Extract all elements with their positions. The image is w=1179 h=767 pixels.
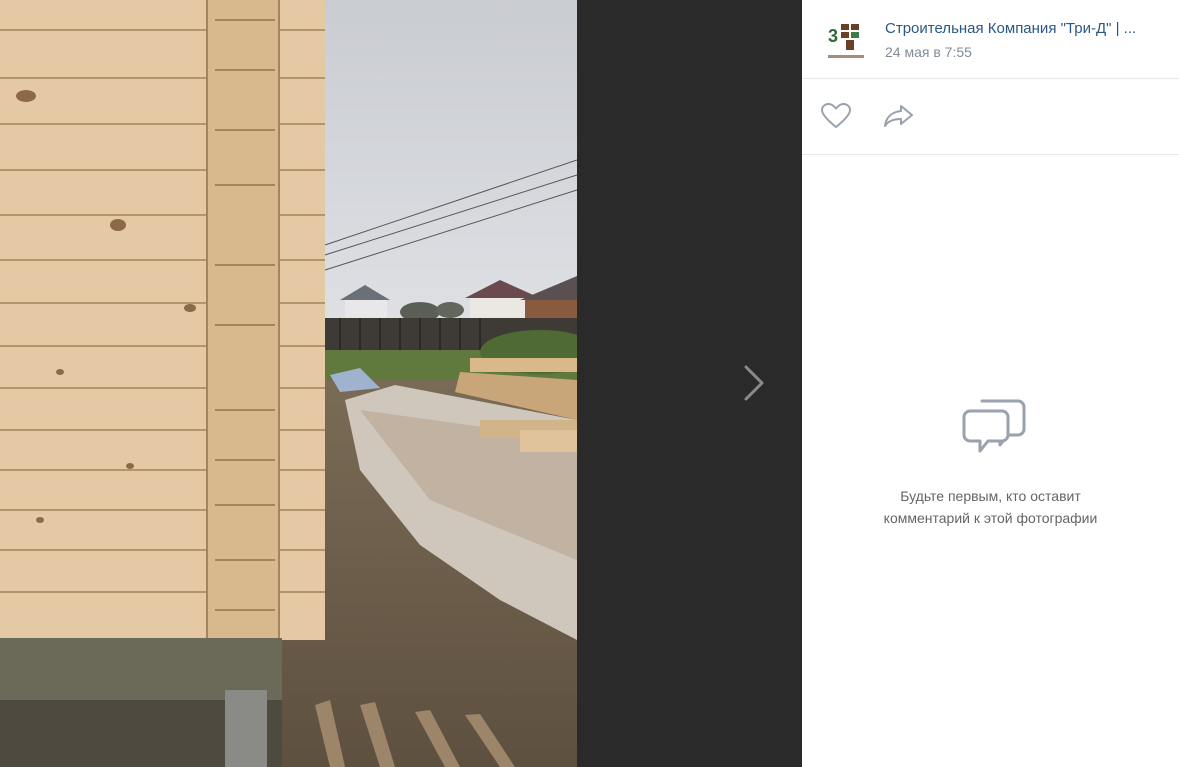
next-photo-button[interactable] bbox=[728, 350, 780, 416]
like-button[interactable] bbox=[819, 101, 853, 131]
speech-bubbles-icon bbox=[962, 399, 1026, 453]
empty-comments-text: Будьте первым, кто оставит комментарий к… bbox=[802, 485, 1179, 529]
comments-area: Будьте первым, кто оставит комментарий к… bbox=[802, 155, 1179, 767]
photo[interactable] bbox=[0, 0, 577, 767]
avatar[interactable]: 3 bbox=[820, 14, 872, 66]
side-panel: 3 Строительная Компания "Три-Д" | ... 24… bbox=[802, 0, 1179, 767]
post-date[interactable]: 24 мая в 7:55 bbox=[885, 44, 972, 60]
empty-comments-line2: комментарий к этой фотографии bbox=[883, 510, 1098, 526]
empty-comments-line1: Будьте первым, кто оставит bbox=[900, 488, 1081, 504]
svg-text:3: 3 bbox=[828, 26, 838, 46]
share-button[interactable] bbox=[882, 101, 916, 131]
post-header: 3 Строительная Компания "Три-Д" | ... 24… bbox=[802, 0, 1179, 79]
author-link[interactable]: Строительная Компания "Три-Д" | ... bbox=[885, 20, 1167, 37]
heart-icon bbox=[821, 103, 851, 128]
photo-viewer bbox=[0, 0, 802, 767]
company-logo: 3 bbox=[820, 14, 872, 66]
action-bar bbox=[802, 79, 1179, 155]
chevron-right-icon bbox=[744, 365, 764, 401]
share-arrow-icon bbox=[884, 105, 913, 127]
photo-image bbox=[0, 0, 577, 767]
